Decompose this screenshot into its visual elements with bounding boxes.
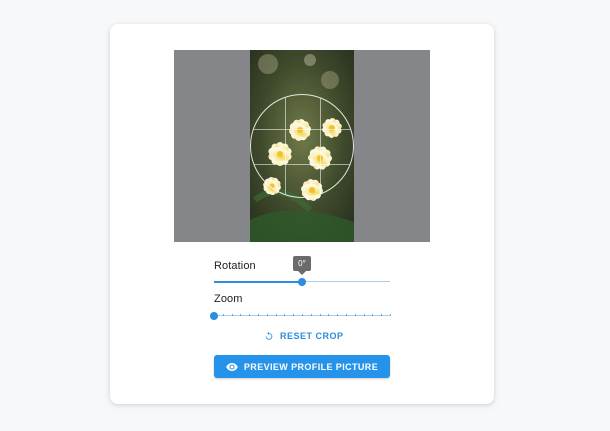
rotation-thumb[interactable]: [298, 278, 306, 286]
zoom-tick: [354, 314, 356, 316]
reset-crop-button[interactable]: RESET CROP: [264, 328, 344, 344]
grid-line: [251, 164, 353, 165]
reset-icon: [265, 331, 273, 340]
zoom-tick: [284, 314, 286, 316]
zoom-tick: [240, 314, 242, 316]
rotation-value-tooltip: 0°: [293, 256, 311, 275]
eye-icon: [226, 362, 238, 371]
reset-crop-label: RESET CROP: [280, 331, 344, 341]
zoom-tick: [390, 314, 391, 316]
crop-area[interactable]: [250, 94, 354, 198]
zoom-tick: [222, 314, 224, 316]
grid-line: [320, 95, 321, 197]
zoom-tick: [372, 314, 374, 316]
zoom-tick: [249, 314, 251, 316]
zoom-tick: [346, 314, 347, 316]
zoom-thumb[interactable]: [210, 312, 218, 320]
zoom-tick: [302, 314, 303, 316]
rotation-fill: [214, 281, 302, 283]
zoom-tick: [319, 314, 321, 316]
zoom-tick: [363, 314, 365, 316]
image-cropper[interactable]: [174, 50, 430, 242]
rotation-label: Rotation: [214, 260, 256, 272]
grid-line: [251, 129, 353, 130]
zoom-tick: [310, 314, 312, 316]
zoom-tick: [381, 314, 383, 316]
zoom-tick: [258, 314, 259, 316]
preview-profile-picture-label: PREVIEW PROFILE PICTURE: [243, 361, 379, 372]
zoom-tick: [231, 314, 233, 316]
preview-profile-picture-button[interactable]: PREVIEW PROFILE PICTURE: [214, 355, 390, 378]
grid-line: [285, 95, 286, 197]
zoom-tick: [275, 314, 277, 316]
zoom-tick: [293, 314, 295, 316]
zoom-tick: [266, 314, 268, 316]
zoom-tick: [328, 314, 330, 316]
crop-card: Rotation 0° Zoom RESET CROP PREVIEW PROF…: [110, 24, 494, 404]
zoom-tick: [337, 314, 339, 316]
zoom-label: Zoom: [214, 293, 243, 305]
